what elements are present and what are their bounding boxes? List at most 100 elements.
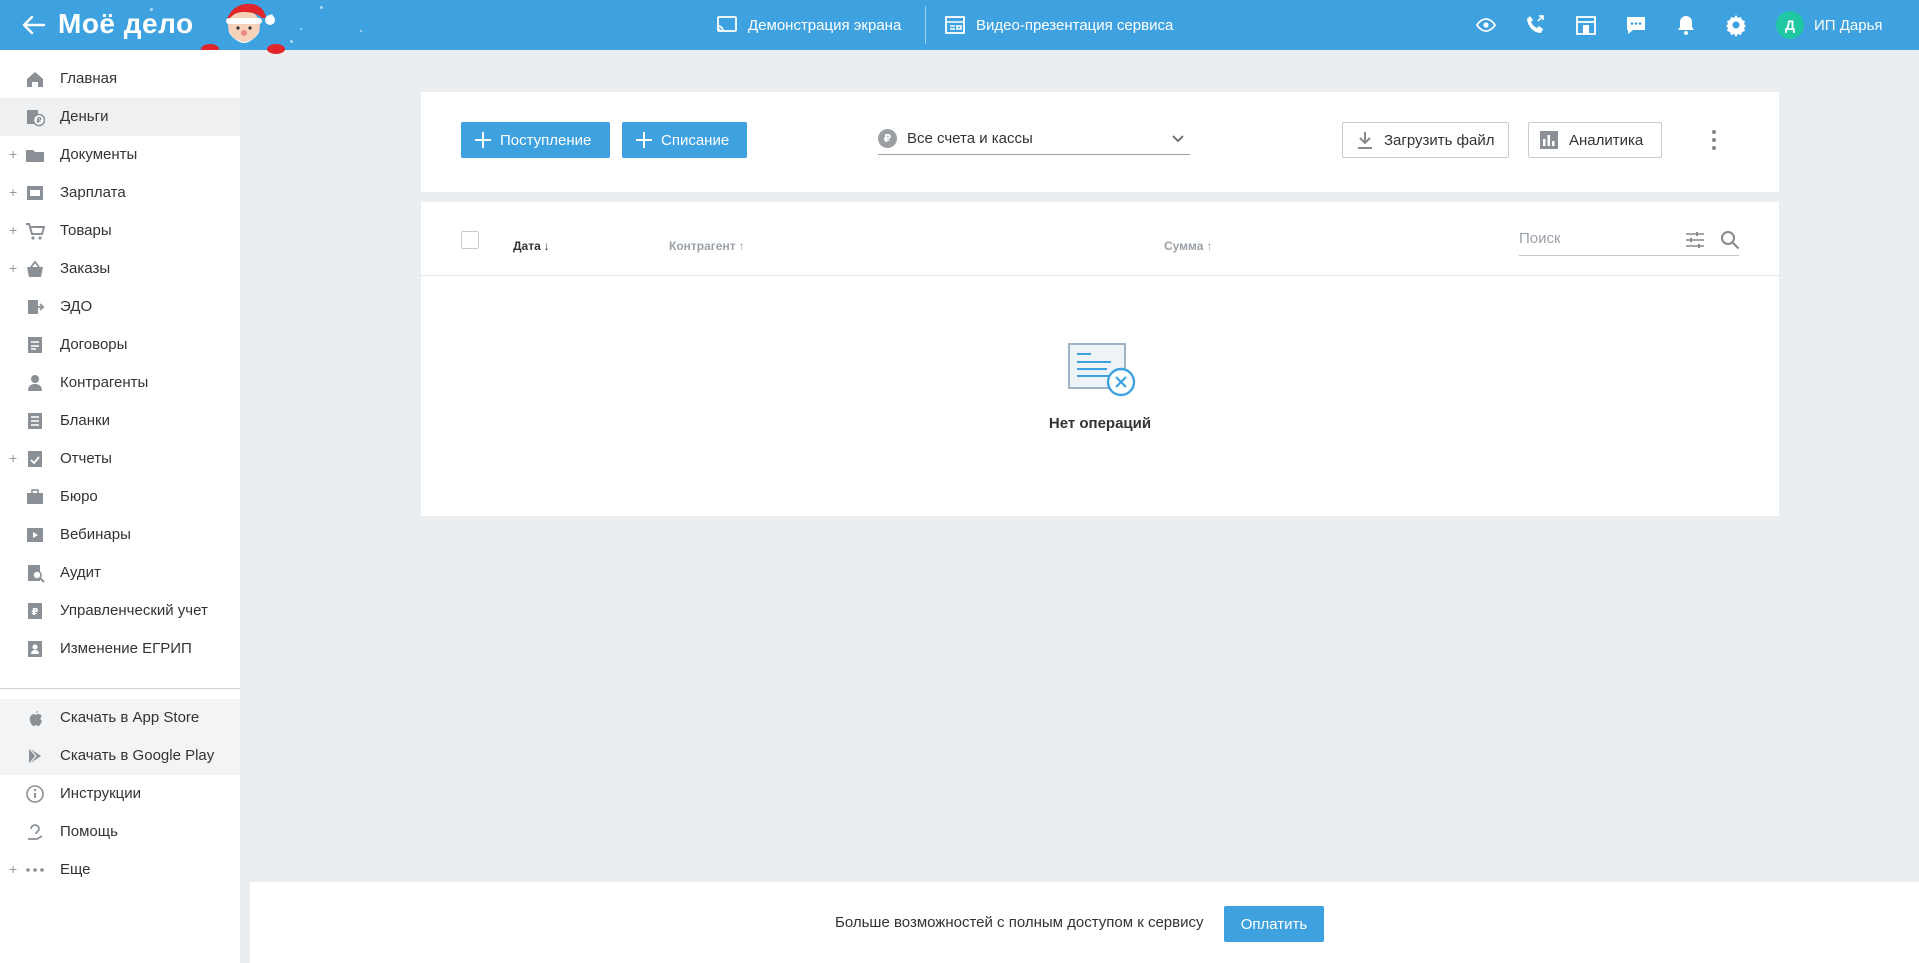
sidebar-item-8[interactable]: Контрагенты xyxy=(0,364,240,402)
income-label: Поступление xyxy=(500,131,592,149)
sidebar-bottom-item-label: Инструкции xyxy=(60,785,142,802)
sidebar-item-label: Изменение ЕГРИП xyxy=(60,640,192,657)
sort-up-icon: ↑ xyxy=(738,239,745,253)
google-play-icon xyxy=(28,747,41,765)
expand-plus-icon[interactable]: + xyxy=(9,260,19,276)
sidebar-item-label: Управленческий учет xyxy=(60,602,208,619)
sidebar-bottom-item-1[interactable]: Скачать в Google Play xyxy=(0,737,240,775)
search-input[interactable] xyxy=(1519,230,1669,247)
income-button[interactable]: Поступление xyxy=(461,122,610,158)
user-name: ИП Дарья xyxy=(1814,16,1883,34)
more-vertical-icon[interactable] xyxy=(1708,127,1720,153)
briefcase-icon xyxy=(27,489,43,504)
more-dots-icon xyxy=(26,868,44,872)
sidebar-item-15[interactable]: Изменение ЕГРИП xyxy=(0,630,240,668)
video-presentation-label: Видео-презентация сервиса xyxy=(976,16,1174,34)
sidebar-item-label: Вебинары xyxy=(60,526,131,543)
upload-file-label: Загрузить файл xyxy=(1384,131,1495,149)
sidebar-bottom-item-label: Скачать в App Store xyxy=(60,709,200,726)
snow-dot xyxy=(290,40,293,43)
sidebar-item-4[interactable]: + Товары xyxy=(0,212,240,250)
sidebar-item-label: Главная xyxy=(60,70,118,87)
screen-demo-label: Демонстрация экрана xyxy=(748,16,902,34)
expand-plus-icon[interactable]: + xyxy=(9,450,19,466)
bell-icon[interactable] xyxy=(1674,13,1698,37)
plus-icon xyxy=(475,132,491,148)
column-date[interactable]: Дата ↓ xyxy=(513,239,550,253)
snow-dot xyxy=(360,30,362,32)
basket-icon xyxy=(27,260,43,277)
analytics-chart-icon xyxy=(1540,131,1558,149)
column-sum[interactable]: Сумма ↑ xyxy=(1164,239,1212,253)
expand-plus-icon[interactable]: + xyxy=(9,861,19,877)
upload-file-button[interactable]: Загрузить файл xyxy=(1342,122,1509,158)
upgrade-banner-text: Больше возможностей с полным доступом к … xyxy=(835,914,1204,931)
sidebar-nav: Главная ₽ Деньги + Документы + Зарплата + Товары… xyxy=(0,50,240,668)
sidebar-bottom-item-0[interactable]: Скачать в App Store xyxy=(0,699,240,737)
column-sum-label: Сумма xyxy=(1164,239,1204,253)
sidebar-item-12[interactable]: Вебинары xyxy=(0,516,240,554)
column-contractor[interactable]: Контрагент ↑ xyxy=(669,239,745,253)
screen-demo-link[interactable]: Демонстрация экрана xyxy=(716,0,901,50)
sidebar-item-2[interactable]: + Документы xyxy=(0,136,240,174)
expand-plus-icon[interactable]: + xyxy=(9,222,19,238)
sidebar-item-7[interactable]: Договоры xyxy=(0,326,240,364)
gear-icon[interactable] xyxy=(1724,13,1748,37)
money-icon: ₽ xyxy=(27,110,45,127)
account-select-value: Все счета и кассы xyxy=(907,130,1033,147)
expand-plus-icon[interactable]: + xyxy=(9,184,19,200)
sidebar-item-label: Отчеты xyxy=(60,450,112,467)
chat-icon[interactable] xyxy=(1624,13,1648,37)
sidebar-bottom-nav: Скачать в App Store Скачать в Google Play… xyxy=(0,699,240,889)
sidebar-item-label: Бюро xyxy=(60,488,98,505)
sidebar-item-6[interactable]: ЭДО xyxy=(0,288,240,326)
store-icon[interactable] xyxy=(1574,13,1598,37)
expense-button[interactable]: Списание xyxy=(622,122,747,158)
eye-icon[interactable] xyxy=(1474,13,1498,37)
sidebar-item-10[interactable]: + Отчеты xyxy=(0,440,240,478)
empty-state-text: Нет операций xyxy=(1048,415,1152,432)
chevron-down-icon xyxy=(1172,135,1184,143)
app-logo[interactable]: Моё дело xyxy=(58,8,194,40)
sidebar-item-label: Документы xyxy=(60,146,138,163)
sidebar-item-1[interactable]: ₽ Деньги xyxy=(0,98,240,136)
sidebar-item-14[interactable]: ₽ Управленческий учет xyxy=(0,592,240,630)
video-presentation-link[interactable]: Видео-презентация сервиса xyxy=(944,0,1173,50)
sidebar-bottom-item-3[interactable]: Помощь xyxy=(0,813,240,851)
sidebar-item-label: Договоры xyxy=(60,336,128,353)
audit-icon xyxy=(28,565,45,583)
sort-up-icon: ↑ xyxy=(1206,239,1213,253)
back-arrow-icon[interactable] xyxy=(20,12,46,38)
select-all-checkbox[interactable] xyxy=(461,231,479,249)
sidebar-item-label: Контрагенты xyxy=(60,374,149,391)
account-select[interactable]: ₽ Все счета и кассы xyxy=(878,123,1190,155)
forms-icon xyxy=(28,413,42,429)
report-icon xyxy=(28,451,42,467)
analytics-button[interactable]: Аналитика xyxy=(1528,122,1662,158)
svg-text:₽: ₽ xyxy=(36,116,42,125)
cart-icon xyxy=(26,223,45,240)
sidebar-item-13[interactable]: Аудит xyxy=(0,554,240,592)
search-icon[interactable] xyxy=(1719,229,1741,251)
sidebar-item-label: Заказы xyxy=(60,260,111,277)
sidebar-item-9[interactable]: Бланки xyxy=(0,402,240,440)
sidebar-item-3[interactable]: + Зарплата xyxy=(0,174,240,212)
sidebar-bottom-item-4[interactable]: + Еще xyxy=(0,851,240,889)
pay-button[interactable]: Оплатить xyxy=(1224,906,1324,942)
expand-plus-icon[interactable]: + xyxy=(9,146,19,162)
phone-icon[interactable] xyxy=(1524,13,1548,37)
upgrade-banner: Больше возможностей с полным доступом к … xyxy=(250,882,1919,963)
sidebar-item-5[interactable]: + Заказы xyxy=(0,250,240,288)
snow-dot xyxy=(320,6,323,9)
sidebar-bottom-item-2[interactable]: Инструкции xyxy=(0,775,240,813)
sidebar: Главная ₽ Деньги + Документы + Зарплата + Товары… xyxy=(0,50,240,963)
sidebar-divider xyxy=(0,688,240,689)
user-menu[interactable]: Д ИП Дарья xyxy=(1776,11,1883,39)
sidebar-item-11[interactable]: Бюро xyxy=(0,478,240,516)
column-date-label: Дата xyxy=(513,239,541,253)
folder-icon xyxy=(26,150,44,162)
sidebar-item-0[interactable]: Главная xyxy=(0,60,240,98)
filter-sliders-icon[interactable] xyxy=(1684,229,1706,251)
sidebar-item-label: Зарплата xyxy=(60,184,126,201)
edo-icon xyxy=(28,300,45,314)
